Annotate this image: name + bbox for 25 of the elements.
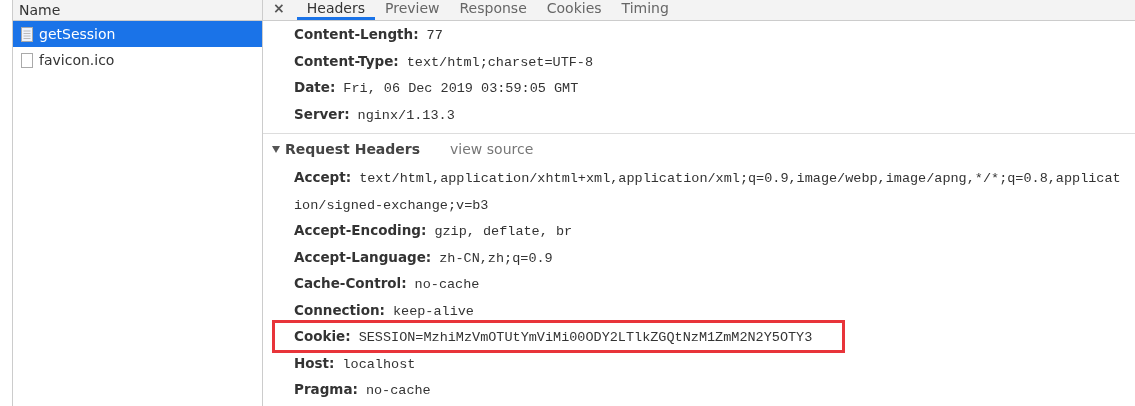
header-line: Accept-Encoding: gzip, deflate, br — [294, 221, 574, 241]
close-button[interactable]: × — [273, 0, 285, 17]
section-title[interactable]: Request Headers — [285, 141, 421, 157]
header-line: Host: localhost — [294, 353, 417, 374]
tab[interactable]: Timing — [611, 0, 679, 20]
request-item[interactable]: getSession — [13, 21, 262, 47]
file-icon — [21, 52, 33, 68]
request-item[interactable]: favicon.ico — [13, 47, 262, 73]
file-icon — [21, 26, 33, 42]
header-line: Connection: keep-alive — [294, 300, 475, 321]
header-line: Server: nginx/1.13.3 — [294, 104, 456, 125]
header-line: Cookie: SESSION=MzhiMzVmOTUtYmViMi00ODY2LTlkZGQtNzM1ZmM2N2Y5OTY3 — [294, 327, 814, 347]
header-line: Pragma: no-cache — [294, 380, 432, 400]
tab[interactable]: Preview — [375, 0, 450, 20]
header-line: Content-Type: text/html;charset=UTF-8 — [294, 51, 595, 72]
header-line: Cache-Control: no-cache — [294, 274, 481, 294]
column-header[interactable]: Name — [19, 1, 61, 19]
header-line: Content-Length: 77 — [294, 25, 444, 45]
tab[interactable]: Cookies — [536, 0, 612, 20]
header-line: Accept-Language: zh-CN,zh;q=0.9 — [294, 247, 554, 268]
triangle-icon[interactable] — [272, 145, 280, 153]
tab[interactable]: Response — [449, 0, 537, 20]
header-line: Date: Fri, 06 Dec 2019 03:59:05 GMT — [294, 78, 580, 98]
view-source-link[interactable]: view source — [450, 141, 534, 157]
tab[interactable]: Headers — [296, 0, 375, 20]
